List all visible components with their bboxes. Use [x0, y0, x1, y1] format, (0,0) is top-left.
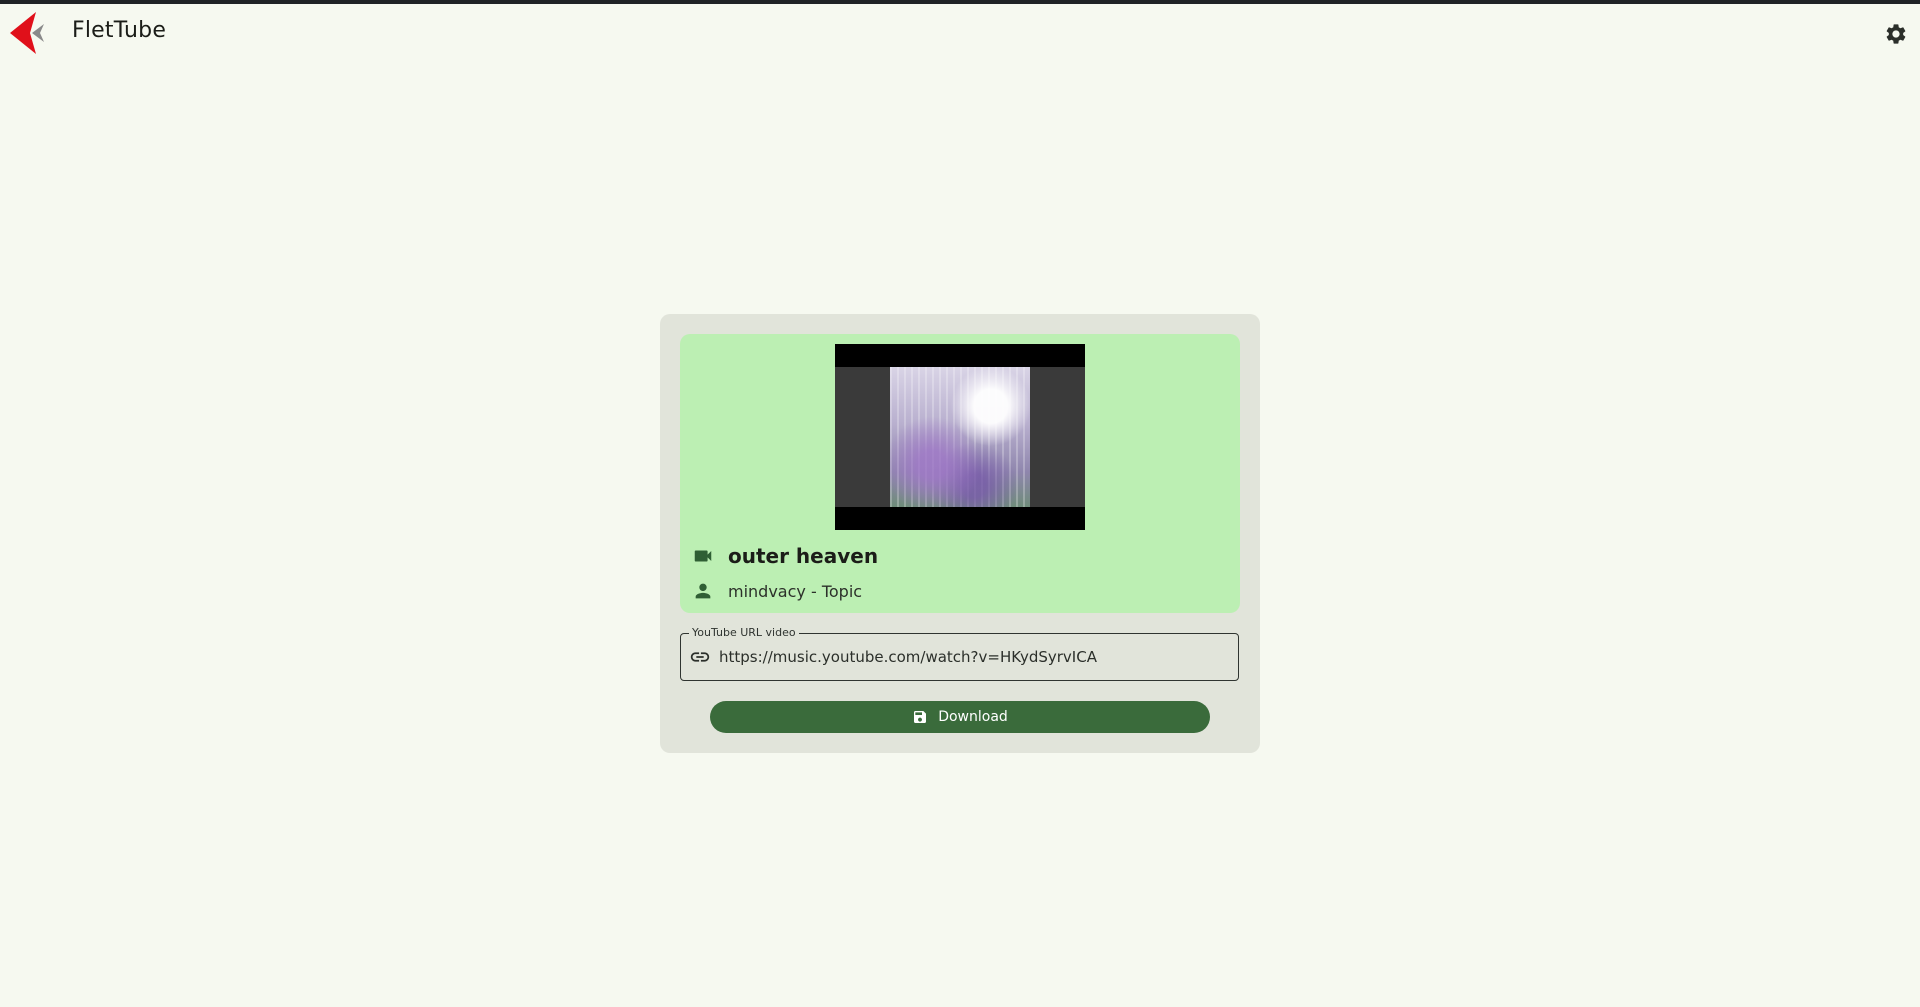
thumbnail-frame: [835, 367, 1085, 507]
video-info-card: outer heaven mindvacy - Topic: [680, 334, 1240, 613]
video-title: outer heaven: [728, 544, 879, 568]
download-button-label: Download: [938, 709, 1008, 725]
album-art-image: [890, 367, 1030, 507]
link-icon: [690, 652, 710, 662]
video-thumbnail: [835, 344, 1085, 530]
app-title: FletTube: [72, 18, 167, 43]
save-icon: [914, 711, 927, 723]
download-button[interactable]: Download: [710, 701, 1210, 733]
flettube-logo: [10, 12, 44, 54]
youtube-url-field[interactable]: YouTube URL video: [680, 626, 1239, 681]
youtube-url-input[interactable]: [719, 642, 1224, 672]
url-field-label: YouTube URL video: [689, 626, 799, 639]
app-bar: FletTube: [0, 4, 1920, 60]
videocam-icon: [694, 550, 712, 562]
video-author: mindvacy - Topic: [728, 581, 863, 601]
video-author-row: mindvacy - Topic: [692, 579, 1232, 603]
person-icon: [695, 583, 711, 599]
download-panel: outer heaven mindvacy - Topic YouTube UR…: [660, 314, 1260, 753]
video-title-row: outer heaven: [692, 542, 1232, 570]
gear-icon[interactable]: [1884, 22, 1908, 46]
